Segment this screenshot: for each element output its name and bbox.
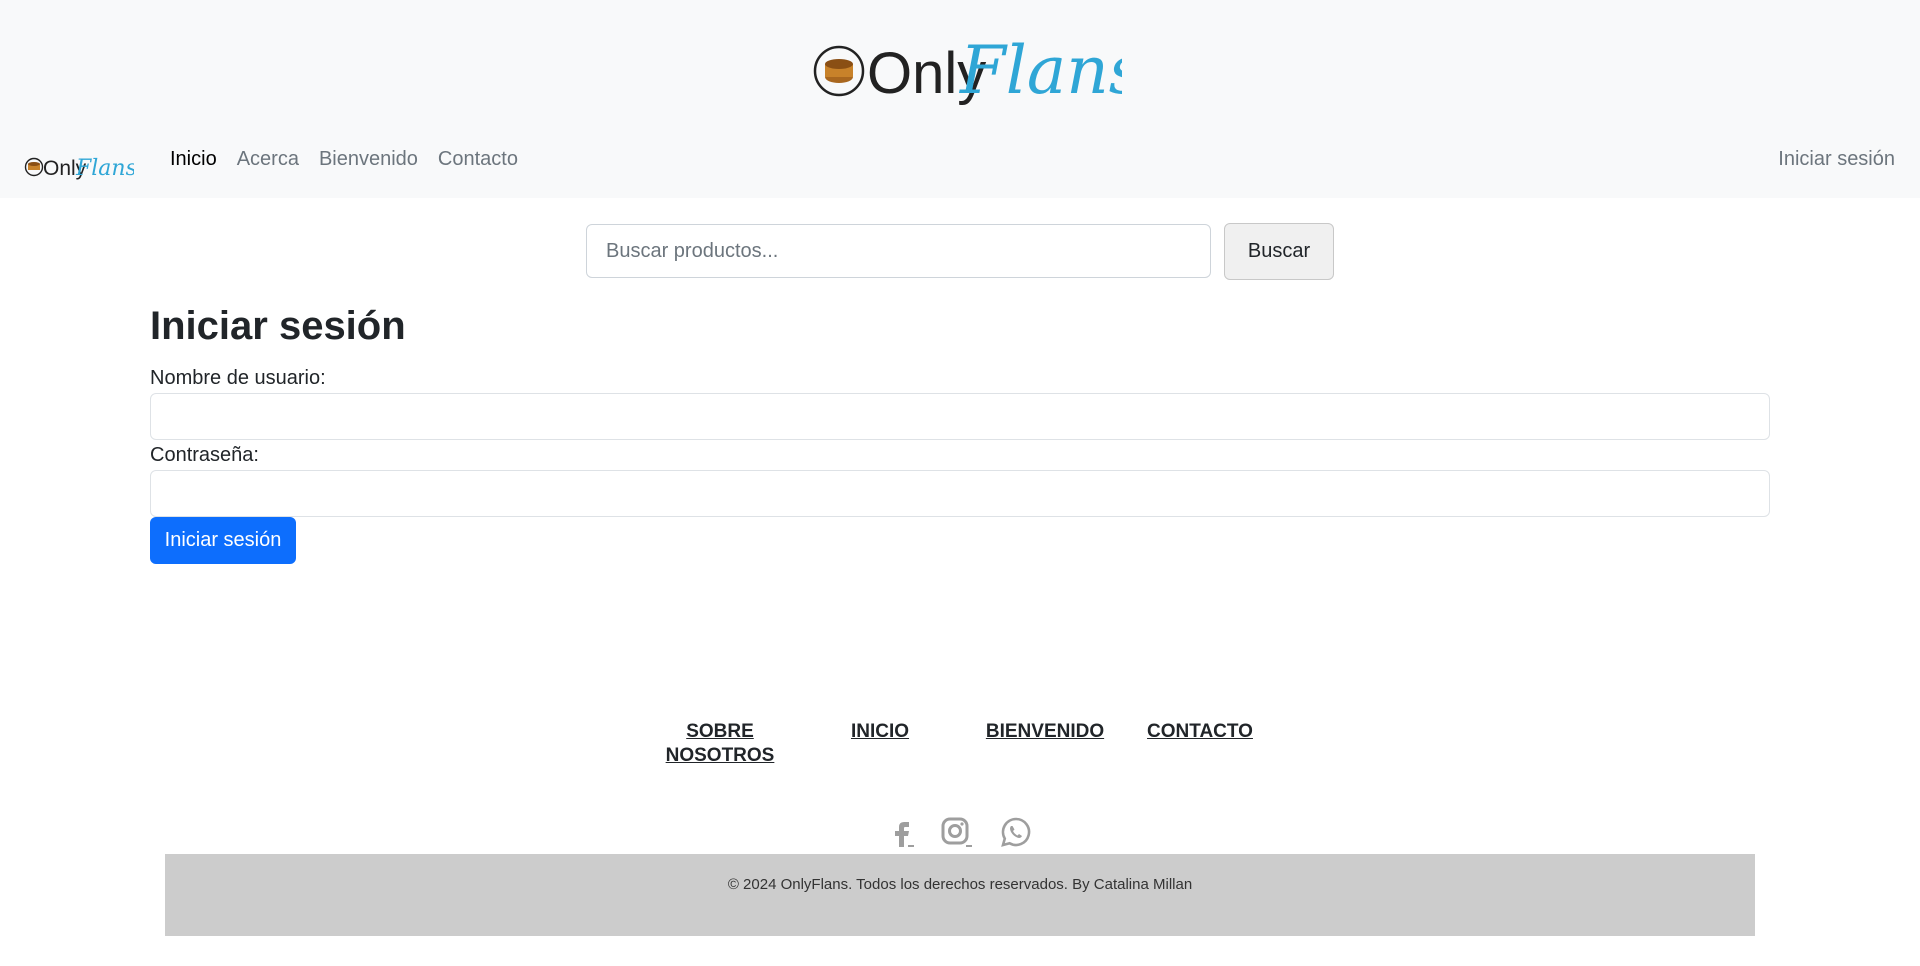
main-navbar: Only Flans Inicio Acerca Bienvenido Cont… — [0, 140, 1920, 184]
username-label: Nombre de usuario: — [150, 367, 326, 389]
footer-link-contact[interactable]: CONTACTO — [1140, 720, 1260, 744]
username-field[interactable] — [150, 393, 1770, 440]
navbar-logo[interactable]: Only Flans — [24, 150, 134, 180]
password-label: Contraseña: — [150, 444, 259, 466]
search-button[interactable]: Buscar — [1224, 223, 1334, 280]
copyright-text: © 2024 OnlyFlans. Todos los derechos res… — [727, 876, 1193, 893]
nav-link-inicio[interactable]: Inicio — [170, 148, 217, 171]
instagram-icon[interactable] — [940, 816, 972, 848]
footer-link-about[interactable]: SOBRE NOSOTROS — [655, 720, 785, 768]
nav-link-acerca[interactable]: Acerca — [237, 148, 299, 171]
navbar-logo-flans-text: Flans — [75, 156, 134, 180]
login-submit-button[interactable]: Iniciar sesión — [150, 517, 296, 564]
page-title: Iniciar sesión — [150, 304, 406, 348]
logo-flans-text: Flans — [959, 32, 1122, 106]
facebook-icon[interactable] — [886, 816, 918, 848]
footer-link-welcome[interactable]: BIENVENIDO — [980, 720, 1110, 744]
nav-link-bienvenido[interactable]: Bienvenido — [319, 148, 418, 171]
nav-links: Inicio Acerca Bienvenido Contacto — [170, 148, 518, 171]
nav-login-link[interactable]: Iniciar sesión — [1778, 148, 1895, 171]
onlyflans-logo: Only Flans — [813, 32, 1122, 106]
nav-link-contacto[interactable]: Contacto — [438, 148, 518, 171]
header-banner: Only Flans Only Flans Inicio Acerca Bien… — [0, 0, 1920, 198]
footer-link-about-line1: SOBRE — [686, 721, 754, 742]
password-field[interactable] — [150, 470, 1770, 517]
footer-link-home[interactable]: INICIO — [830, 720, 930, 744]
copyright-bar: © 2024 OnlyFlans. Todos los derechos res… — [165, 854, 1755, 936]
whatsapp-icon[interactable] — [1000, 816, 1032, 848]
search-input[interactable] — [586, 224, 1211, 278]
footer-link-about-line2: NOSOTROS — [665, 745, 775, 766]
